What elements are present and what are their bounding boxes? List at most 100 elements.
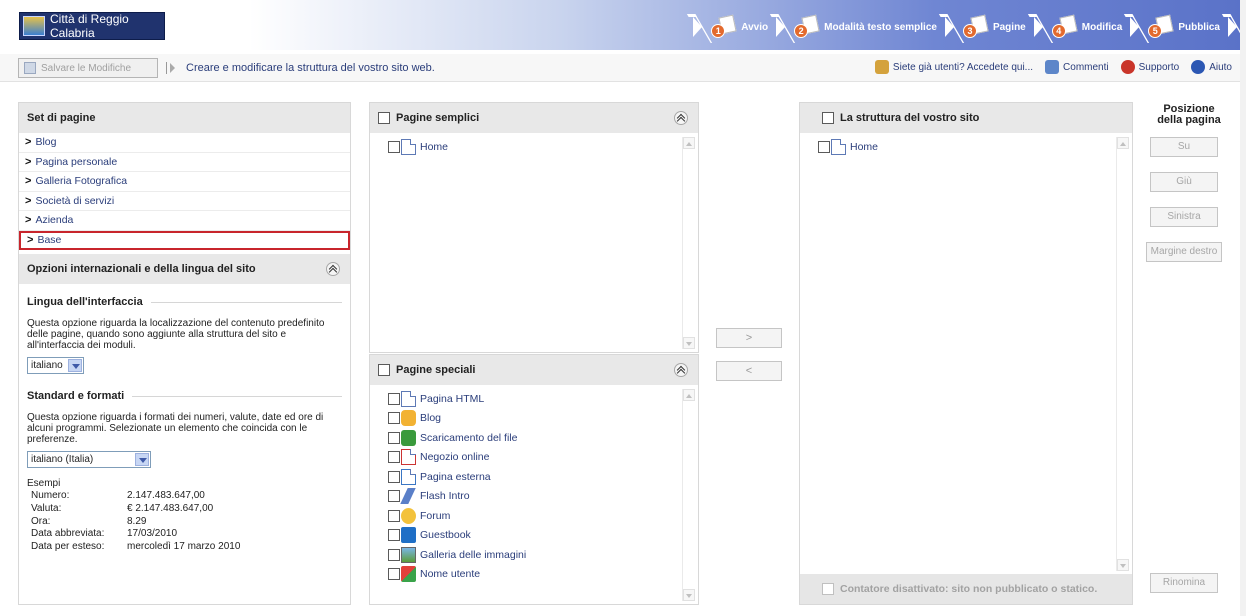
page-checkbox[interactable] — [388, 392, 400, 405]
counter-label: Contatore disattivato: sito non pubblica… — [840, 583, 1098, 595]
list-item[interactable]: Nome utente — [388, 565, 698, 585]
step-pubblica[interactable]: 5 Pubblica — [1128, 12, 1246, 42]
floppy-disk-icon — [24, 62, 36, 74]
page-set-personal[interactable]: > Pagina personale — [19, 153, 350, 172]
list-item[interactable]: Pagina HTML — [388, 389, 698, 409]
scroll-up-icon[interactable] — [683, 389, 695, 401]
visit-counter: Contatore disattivato: sito non pubblica… — [800, 574, 1132, 604]
step-modifica[interactable]: 4 Modifica — [1032, 12, 1129, 42]
save-changes-button[interactable]: Salvare le Modifiche — [18, 58, 158, 78]
login-link[interactable]: Siete già utenti? Accedete qui... — [874, 60, 1033, 74]
gallery-icon — [401, 546, 416, 563]
chevron-right-icon: > — [25, 155, 32, 168]
scroll-down-icon[interactable] — [683, 337, 695, 349]
comments-link[interactable]: Commenti — [1045, 60, 1109, 74]
page-checkbox[interactable] — [388, 412, 400, 425]
wizard-steps: 1 Avvio 2 Modalità testo semplice 3 Pagi… — [691, 12, 1246, 42]
scrollbar[interactable] — [1116, 137, 1129, 571]
move-right-button[interactable]: Margine destro — [1146, 242, 1222, 262]
remove-page-button[interactable]: < — [716, 361, 782, 381]
examples-title: Esempi — [27, 478, 61, 489]
page-checkbox[interactable] — [388, 509, 400, 522]
step-label: Avvio — [741, 21, 769, 33]
page-checkbox[interactable] — [388, 548, 400, 561]
step-pagine[interactable]: 3 Pagine — [943, 12, 1032, 42]
select-all-special-checkbox[interactable] — [378, 364, 390, 376]
interface-language-select[interactable]: italiano — [27, 357, 84, 374]
scrollbar[interactable] — [682, 137, 695, 349]
collapse-icon[interactable] — [674, 363, 688, 377]
chevron-right-icon — [774, 12, 788, 42]
page-checkbox[interactable] — [388, 140, 400, 153]
page-set-gallery[interactable]: > Galleria Fotografica — [19, 172, 350, 192]
scroll-up-icon[interactable] — [1117, 137, 1129, 149]
list-item[interactable]: Scaricamento del file — [388, 428, 698, 448]
rename-button[interactable]: Rinomina — [1150, 573, 1218, 593]
select-all-structure-checkbox[interactable] — [822, 112, 834, 124]
examples-table: Numero: 2.147.483.647,00 Valuta: € 2.147.4… — [31, 490, 240, 554]
page-set-company[interactable]: > Azienda — [19, 211, 350, 231]
page-icon — [401, 138, 416, 155]
list-item[interactable]: Flash Intro — [388, 487, 698, 507]
list-item[interactable]: Guestbook — [388, 526, 698, 546]
page-set-base[interactable]: > Base — [19, 230, 350, 250]
list-item[interactable]: Galleria delle immagini — [388, 545, 698, 565]
blog-icon — [401, 410, 416, 427]
list-item[interactable]: Blog — [388, 409, 698, 429]
page-set-services[interactable]: > Società di servizi — [19, 192, 350, 211]
download-icon — [401, 429, 416, 446]
chevron-right-icon: > — [25, 136, 32, 149]
page-checkbox[interactable] — [818, 140, 830, 153]
formats-select[interactable]: italiano (Italia) — [27, 451, 151, 468]
toolbar: Salvare le Modifiche Creare e modificare… — [0, 54, 1246, 82]
chevron-right-icon: > — [25, 194, 32, 207]
move-up-button[interactable]: Su — [1150, 137, 1218, 157]
list-item[interactable]: Negozio online — [388, 448, 698, 468]
list-item[interactable]: Forum — [388, 506, 698, 526]
page-checkbox[interactable] — [388, 470, 400, 483]
step-pages-icon: 4 — [1051, 14, 1078, 39]
collapse-icon[interactable] — [674, 111, 688, 125]
user-icon — [401, 566, 416, 583]
table-row: Valuta: € 2.147.483.647,00 — [31, 502, 214, 514]
counter-checkbox[interactable] — [822, 583, 834, 595]
app-header: Città di Reggio Calabria 1 Avvio 2 Modal… — [0, 0, 1246, 50]
page-set-blog[interactable]: > Blog — [19, 133, 350, 153]
formats-section: Standard e formati — [27, 390, 342, 402]
scroll-down-icon[interactable] — [683, 589, 695, 601]
page-sets-header: Set di pagine — [19, 103, 350, 133]
list-item[interactable]: Home — [388, 137, 698, 157]
site-logo: Città di Reggio Calabria — [19, 12, 165, 40]
site-structure-title: La struttura del vostro sito — [840, 112, 980, 124]
interface-language-description: Questa opzione riguarda la localizzazion… — [27, 318, 325, 351]
add-page-button[interactable]: > — [716, 328, 782, 348]
page-checkbox[interactable] — [388, 451, 400, 464]
list-item[interactable]: Pagina esterna — [388, 467, 698, 487]
page-checkbox[interactable] — [388, 490, 400, 503]
table-row: Data per esteso: mercoledì 17 marzo 2010 — [31, 541, 241, 553]
table-row: Ora: 8.29 — [31, 515, 147, 527]
move-down-button[interactable]: Giù — [1150, 172, 1218, 192]
step-avvio[interactable]: 1 Avvio — [691, 12, 774, 42]
shop-icon — [401, 449, 416, 466]
scrollbar[interactable] — [682, 389, 695, 601]
move-left-button[interactable]: Sinistra — [1150, 207, 1218, 227]
scroll-up-icon[interactable] — [683, 137, 695, 149]
left-panel: Set di pagine > Blog > Pagina personale > G… — [18, 102, 351, 605]
collapse-icon[interactable] — [326, 262, 340, 276]
simple-pages-panel: Pagine semplici Home — [369, 102, 699, 353]
page-checkbox[interactable] — [388, 431, 400, 444]
window-scrollbar[interactable] — [1240, 0, 1246, 616]
scroll-down-icon[interactable] — [1117, 559, 1129, 571]
help-link[interactable]: Aiuto — [1191, 60, 1232, 74]
step-modalita-testo[interactable]: 2 Modalità testo semplice — [774, 12, 943, 42]
select-all-simple-checkbox[interactable] — [378, 112, 390, 124]
site-structure-list: Home — [800, 133, 1132, 157]
list-item[interactable]: Home — [818, 137, 1132, 157]
header-links: Siete già utenti? Accedete qui... Commen… — [874, 60, 1232, 74]
page-checkbox[interactable] — [388, 568, 400, 581]
support-link[interactable]: Supporto — [1120, 60, 1179, 74]
table-row: Data abbreviata: 17/03/2010 — [31, 528, 178, 540]
page-checkbox[interactable] — [388, 529, 400, 542]
chevron-right-icon: > — [25, 175, 32, 188]
